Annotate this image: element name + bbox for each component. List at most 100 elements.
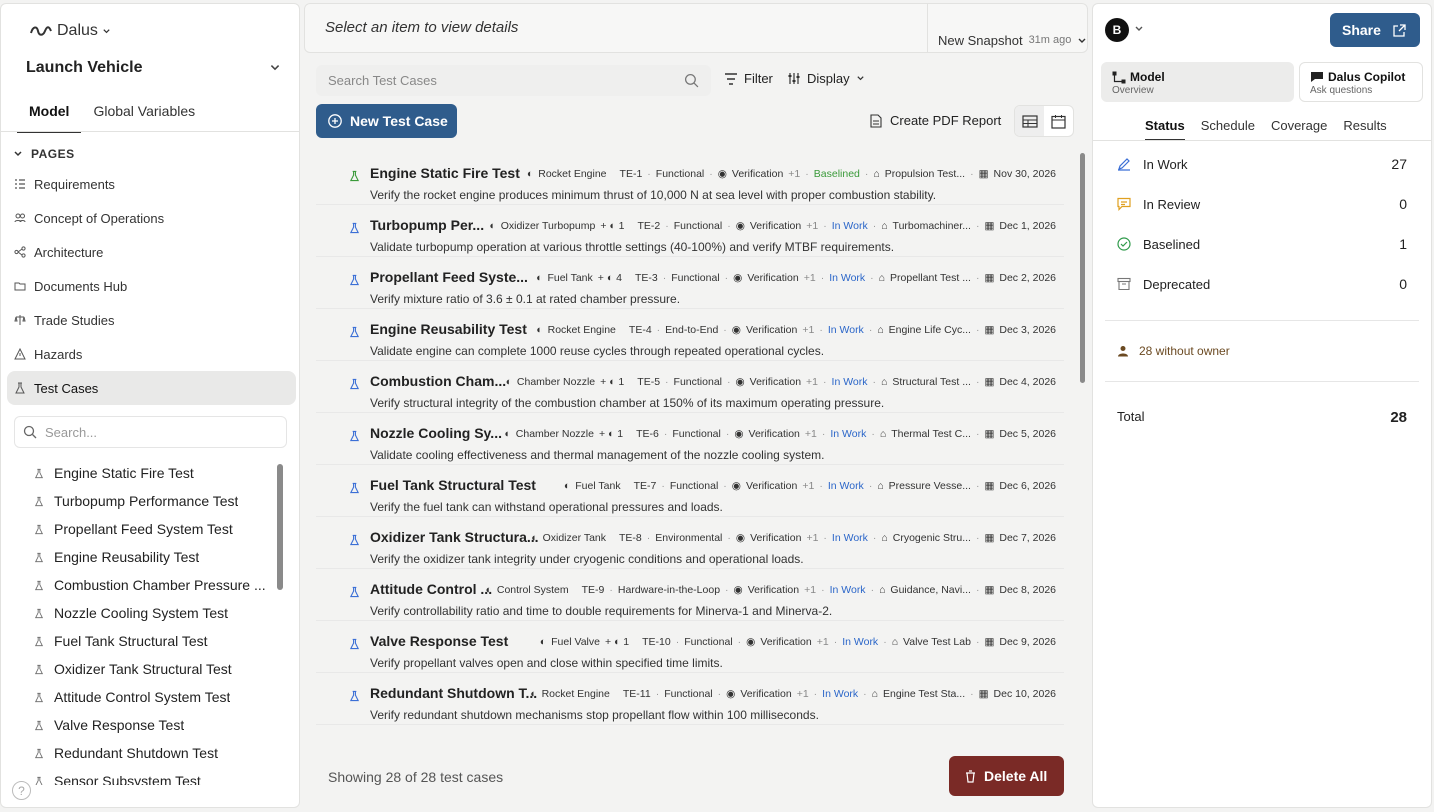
separator: · — [662, 272, 667, 284]
tree-item[interactable]: Redundant Shutdown Test — [34, 739, 269, 767]
verification-icon: ◉ — [735, 376, 745, 388]
table-row[interactable]: Oxidizer Tank Structura... ◐ Oxidizer Tank… — [316, 517, 1064, 569]
tree-item[interactable]: Fuel Tank Structural Test — [34, 627, 269, 655]
sidebar-scrollbar[interactable] — [277, 464, 283, 590]
separator: · — [646, 532, 651, 544]
pages-section-toggle[interactable]: PAGES — [13, 147, 75, 161]
hierarchy-icon — [1112, 71, 1126, 83]
tab-status[interactable]: Status — [1145, 118, 1185, 141]
test-case-id: TE-8 — [619, 532, 642, 544]
table-row[interactable]: Propellant Feed Syste... ◐ Fuel Tank + ◐ 4 T… — [316, 257, 1064, 309]
table-view-button[interactable] — [1015, 106, 1044, 136]
status-badge: In Work — [842, 636, 879, 648]
pages-heading: PAGES — [31, 147, 75, 161]
table-row[interactable]: Valve Response Test ◐ Fuel Valve + ◐ 1 TE-10… — [316, 621, 1064, 673]
tree-item[interactable]: Valve Response Test — [34, 711, 269, 739]
mode-model-overview[interactable]: Model Overview — [1101, 62, 1294, 102]
separator: · — [723, 324, 727, 336]
mode-dalus-copilot[interactable]: Dalus Copilot Ask questions — [1299, 62, 1423, 102]
stat-in-work[interactable]: In Work 27 — [1117, 156, 1407, 172]
app-logo[interactable]: Dalus — [29, 22, 111, 40]
chevron-down-icon[interactable] — [1134, 24, 1144, 34]
facility-icon: ⌂ — [879, 428, 887, 440]
filter-label: Filter — [744, 71, 773, 86]
flask-icon — [349, 534, 360, 546]
due-date: Dec 5, 2026 — [999, 428, 1056, 440]
search-icon — [23, 425, 37, 439]
flask-icon — [34, 636, 44, 646]
test-case-id: TE-5 — [637, 376, 661, 388]
sidebar-search-input[interactable]: Search... — [14, 416, 287, 448]
due-date: Nov 30, 2026 — [993, 168, 1056, 180]
table-row[interactable]: Turbopump Per... ◐ Oxidizer Turbopump + ◐ 1… — [316, 205, 1064, 257]
tree-item[interactable]: Turbopump Performance Test — [34, 487, 269, 515]
separator: · — [820, 272, 825, 284]
table-row[interactable]: Combustion Cham... ◐ Chamber Nozzle + ◐ 1 TE… — [316, 361, 1064, 413]
display-button[interactable]: Display — [787, 71, 865, 86]
avatar[interactable]: B — [1105, 18, 1129, 42]
tree-item[interactable]: Attitude Control System Test — [34, 683, 269, 711]
sidebar-item-architecture[interactable]: Architecture — [7, 235, 296, 269]
tree-item[interactable]: Engine Static Fire Test — [34, 459, 269, 487]
table-row[interactable]: Redundant Shutdown T... ◐ Rocket Engine TE-… — [316, 673, 1064, 725]
tab-global-variables[interactable]: Global Variables — [81, 100, 207, 133]
filter-button[interactable]: Filter — [724, 71, 773, 86]
method-extra: +1 — [806, 376, 819, 388]
stat-deprecated[interactable]: Deprecated 0 — [1117, 276, 1407, 292]
table-row[interactable]: Engine Static Fire Test ◐ Rocket Engine TE-… — [316, 153, 1064, 205]
due-date: Dec 8, 2026 — [999, 584, 1056, 596]
sidebar-item-concept-of-operations[interactable]: Concept of Operations — [7, 201, 296, 235]
test-case-meta: ◐ Chamber Nozzle + ◐ 1 TE-6 · Functional · ◉ Ver… — [504, 428, 1056, 440]
stat-baselined[interactable]: Baselined 1 — [1117, 236, 1407, 252]
tree-item[interactable]: Propellant Feed System Test — [34, 515, 269, 543]
create-pdf-report-button[interactable]: Create PDF Report — [870, 113, 1001, 128]
flask-icon — [349, 170, 360, 182]
method-label: Verification — [731, 168, 784, 180]
tree-item[interactable]: Nozzle Cooling System Test — [34, 599, 269, 627]
calendar-view-button[interactable] — [1044, 106, 1073, 136]
due-date: Dec 2, 2026 — [999, 272, 1056, 284]
facility-label: Propulsion Test... — [884, 168, 966, 180]
tree-item[interactable]: Engine Reusability Test — [34, 543, 269, 571]
sidebar-item-hazards[interactable]: Hazards — [7, 337, 296, 371]
tab-model[interactable]: Model — [17, 100, 82, 133]
help-button[interactable]: ? — [12, 781, 31, 800]
component-icon: ◐ — [489, 220, 496, 232]
tab-results[interactable]: Results — [1343, 118, 1386, 141]
mode-title: Model — [1130, 70, 1165, 84]
project-selector[interactable]: Launch Vehicle — [26, 59, 281, 77]
facility-icon: ⌂ — [871, 688, 878, 700]
tree-item[interactable]: Combustion Chamber Pressure ... — [34, 571, 269, 599]
verification-icon: ◉ — [735, 220, 745, 232]
separator: · — [647, 168, 651, 180]
sidebar-item-requirements[interactable]: Requirements — [7, 167, 296, 201]
without-owner-link[interactable]: 28 without owner — [1117, 344, 1230, 358]
sidebar-item-trade-studies[interactable]: Trade Studies — [7, 303, 296, 337]
test-case-title: Redundant Shutdown T... — [370, 685, 538, 701]
tree-item[interactable]: Oxidizer Tank Structural Test — [34, 655, 269, 683]
test-type: Functional — [672, 428, 721, 440]
flask-icon — [34, 748, 44, 758]
list-scrollbar[interactable] — [1080, 153, 1085, 383]
sidebar-item-test-cases[interactable]: Test Cases — [7, 371, 296, 405]
tab-coverage[interactable]: Coverage — [1271, 118, 1327, 141]
flask-icon-wrap — [349, 377, 360, 395]
table-row[interactable]: Nozzle Cooling Sy... ◐ Chamber Nozzle + ◐ 1… — [316, 413, 1064, 465]
delete-all-button[interactable]: Delete All — [949, 756, 1064, 796]
sidebar-item-documents-hub[interactable]: Documents Hub — [7, 269, 296, 303]
table-row[interactable]: Fuel Tank Structural Test ◐ Fuel Tank TE-7 ·… — [316, 465, 1064, 517]
table-row[interactable]: Attitude Control ... ◐ Control System TE-9 ·… — [316, 569, 1064, 621]
facility-label: Thermal Test C... — [891, 428, 971, 440]
sidebar-item-label: Trade Studies — [34, 312, 115, 328]
share-button[interactable]: Share — [1330, 13, 1420, 47]
new-test-case-button[interactable]: New Test Case — [316, 104, 457, 138]
tree-item[interactable]: Sensor Subsystem Test — [34, 767, 269, 785]
component-label: Fuel Tank — [547, 272, 593, 284]
table-row[interactable]: Engine Reusability Test ◐ Rocket Engine TE-… — [316, 309, 1064, 361]
test-type: Functional — [673, 376, 722, 388]
test-case-search-input[interactable]: Search Test Cases — [316, 65, 711, 96]
stat-in-review[interactable]: In Review 0 — [1117, 196, 1407, 212]
tab-schedule[interactable]: Schedule — [1201, 118, 1255, 141]
date-icon: ▦ — [984, 428, 995, 440]
snapshot-selector[interactable]: New Snapshot 31m ago — [927, 4, 1087, 52]
